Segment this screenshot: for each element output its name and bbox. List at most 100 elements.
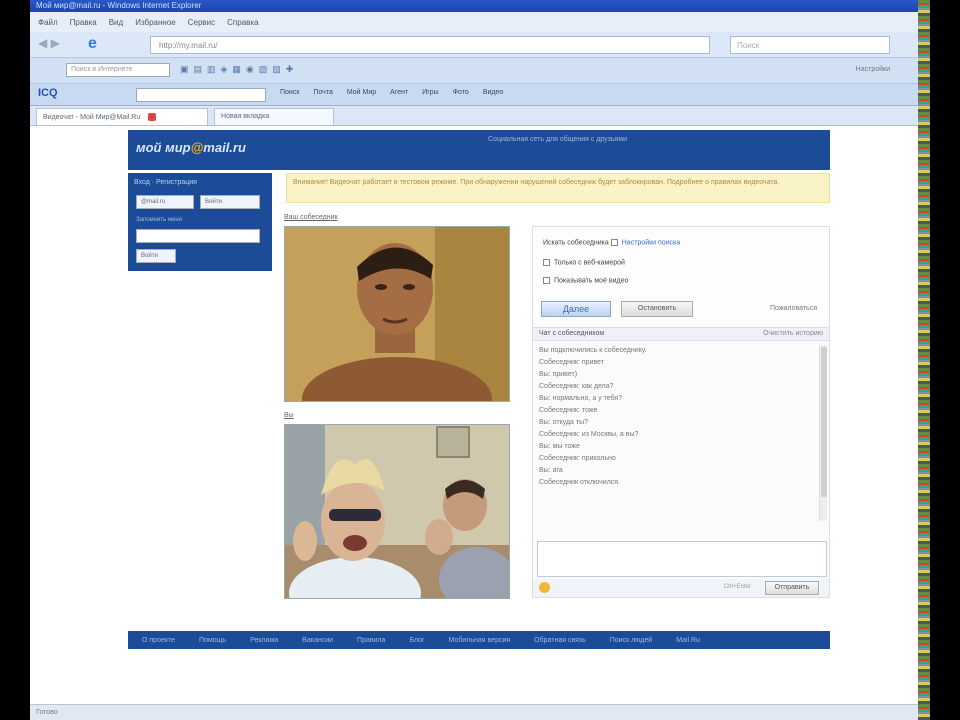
menu-view[interactable]: Вид bbox=[109, 18, 123, 27]
site-logo[interactable]: мой мир@mail.ru bbox=[136, 140, 246, 155]
chat-message: Вы: привет) bbox=[539, 371, 578, 378]
menu-help[interactable]: Справка bbox=[227, 18, 258, 27]
remember-me-link[interactable]: Запомнить меня bbox=[136, 217, 182, 223]
chat-message: Вы: нормально, а у тебя? bbox=[539, 395, 623, 402]
site-slogan: Социальная сеть для общения с друзьями bbox=[488, 136, 628, 143]
chat-header: Чат с собеседником Очистить историю bbox=[533, 327, 829, 341]
chat-message-input[interactable] bbox=[537, 541, 827, 577]
tab-label: Видеочат - Мой Мир@Mail.Ru bbox=[43, 113, 141, 121]
footer-link[interactable]: Правила bbox=[357, 637, 385, 644]
email-domain-button[interactable]: @mail.ru bbox=[136, 195, 194, 209]
webcam-only-option[interactable]: Только с веб-камерой bbox=[543, 259, 625, 266]
login-box: Вход · Регистрация @mail.ru Войти Запомн… bbox=[128, 173, 272, 271]
back-forward-icon[interactable]: ◀ ▶ bbox=[38, 36, 82, 52]
show-video-option[interactable]: Показывать моё видео bbox=[543, 277, 628, 284]
my-video bbox=[284, 424, 510, 599]
submit-login-button[interactable]: Войти bbox=[136, 249, 176, 263]
partner-video-frame bbox=[285, 227, 509, 401]
footer-link[interactable]: О проекте bbox=[142, 637, 175, 644]
footer-link[interactable]: Блог bbox=[409, 637, 424, 644]
show-video-label: Показывать моё видео bbox=[554, 277, 629, 285]
toolbar-icons[interactable]: ▣▤▥◈▦◉▧▨✚ bbox=[180, 64, 298, 75]
send-button[interactable]: Отправить bbox=[765, 581, 819, 595]
footer-link[interactable]: Мобильная версия bbox=[449, 637, 511, 644]
icq-item[interactable]: Агент bbox=[390, 89, 408, 96]
tab-label: Новая вкладка bbox=[221, 113, 270, 120]
site-header: мой мир@mail.ru Социальная сеть для обще… bbox=[128, 130, 830, 170]
chat-log: Вы подключились к собеседнику. Собеседни… bbox=[537, 345, 817, 521]
toolbar: Поиск в Интернете ▣▤▥◈▦◉▧▨✚ Настройки bbox=[30, 58, 920, 84]
footer-link[interactable]: Помощь bbox=[199, 637, 226, 644]
browser-window: Мой мир@mail.ru - Windows Internet Explo… bbox=[30, 0, 920, 720]
next-button[interactable]: Далее bbox=[541, 301, 611, 317]
checkbox-icon[interactable] bbox=[610, 239, 618, 246]
icq-search-input[interactable] bbox=[136, 88, 266, 102]
icq-item[interactable]: Поиск bbox=[280, 89, 299, 96]
ie-logo-icon: e bbox=[88, 35, 97, 52]
chat-message: Собеседник: прикольно bbox=[539, 455, 616, 462]
icq-toolbar-items: Поиск Почта Мой Мир Агент Игры Фото Виде… bbox=[280, 89, 503, 96]
footer-link[interactable]: Mail.Ru bbox=[676, 637, 700, 644]
chat-message: Вы: мы тоже bbox=[539, 443, 580, 450]
footer-link[interactable]: Вакансии bbox=[302, 637, 333, 644]
smiley-icon[interactable] bbox=[539, 582, 550, 593]
footer-link[interactable]: Реклама bbox=[250, 637, 278, 644]
login-button[interactable]: Войти bbox=[200, 195, 260, 209]
tab-new[interactable]: Новая вкладка bbox=[214, 108, 334, 125]
menu-file[interactable]: Файл bbox=[38, 18, 58, 27]
search-option[interactable]: Искать собеседника Настройки поиска bbox=[543, 239, 680, 246]
chat-scrollbar[interactable] bbox=[819, 345, 827, 521]
chat-title: Чат с собеседником bbox=[539, 330, 605, 337]
chat-footer: Ctrl+Enter Отправить bbox=[533, 579, 829, 597]
tab-videochat[interactable]: Видеочат - Мой Мир@Mail.Ru bbox=[36, 108, 208, 125]
status-bar: Готово bbox=[30, 704, 920, 720]
stop-button[interactable]: Остановить bbox=[621, 301, 693, 317]
tab-strip: Видеочат - Мой Мир@Mail.Ru Новая вкладка bbox=[30, 106, 920, 126]
scrollbar-thumb[interactable] bbox=[821, 347, 827, 497]
screen: Мой мир@mail.ru - Windows Internet Explo… bbox=[0, 0, 960, 720]
my-video-frame bbox=[285, 425, 509, 598]
address-bar: ◀ ▶ e http://my.mail.ru/ Поиск bbox=[30, 32, 920, 58]
icq-logo: ICQ bbox=[38, 87, 58, 99]
my-cam-label: Вы bbox=[284, 412, 294, 419]
menu-tools[interactable]: Сервис bbox=[188, 18, 215, 27]
webcam-only-label: Только с веб-камерой bbox=[554, 259, 625, 267]
toolbar-search-input[interactable]: Поиск в Интернете bbox=[66, 63, 170, 77]
logo-suffix: mail.ru bbox=[203, 140, 246, 155]
search-settings-link[interactable]: Настройки поиска bbox=[622, 239, 680, 246]
login-title: Вход · Регистрация bbox=[134, 179, 197, 186]
clear-history-link[interactable]: Очистить историю bbox=[763, 330, 823, 337]
partner-cam-label: Ваш собеседник bbox=[284, 214, 338, 221]
search-input[interactable]: Поиск bbox=[730, 36, 890, 54]
menu-bar: Файл Правка Вид Избранное Сервис Справка bbox=[30, 12, 920, 32]
url-input[interactable]: http://my.mail.ru/ bbox=[150, 36, 710, 54]
search-option-label: Искать собеседника bbox=[543, 239, 609, 247]
checkbox-icon[interactable] bbox=[543, 259, 550, 266]
footer-link[interactable]: Поиск людей bbox=[610, 637, 652, 644]
chat-message: Собеседник: привет bbox=[539, 359, 604, 366]
icq-item[interactable]: Фото bbox=[453, 89, 469, 96]
footer-link[interactable]: Обратная связь bbox=[534, 637, 586, 644]
icq-item[interactable]: Игры bbox=[422, 89, 439, 96]
site-footer: О проекте Помощь Реклама Вакансии Правил… bbox=[128, 631, 830, 649]
screen-edge-artifact bbox=[918, 0, 930, 720]
icq-item[interactable]: Почта bbox=[313, 89, 332, 96]
chat-message: Собеседник: как дела? bbox=[539, 383, 614, 390]
close-icon[interactable] bbox=[148, 113, 157, 121]
icq-item[interactable]: Мой Мир bbox=[347, 89, 376, 96]
chat-message: Собеседник: из Москвы, а вы? bbox=[539, 431, 639, 438]
logo-prefix: мой мир bbox=[136, 140, 191, 155]
icq-item[interactable]: Видео bbox=[483, 89, 503, 96]
menu-favorites[interactable]: Избранное bbox=[135, 18, 176, 27]
chat-message: Вы: откуда ты? bbox=[539, 419, 588, 426]
checkbox-icon[interactable] bbox=[543, 277, 550, 284]
partner-video bbox=[284, 226, 510, 402]
chat-panel: Искать собеседника Настройки поиска Толь… bbox=[532, 226, 830, 598]
chat-message: Вы подключились к собеседнику. bbox=[539, 347, 647, 354]
chat-controls: Искать собеседника Настройки поиска Толь… bbox=[533, 227, 829, 323]
menu-edit[interactable]: Правка bbox=[70, 18, 97, 27]
chat-message: Вы: ага bbox=[539, 467, 563, 474]
toolbar-settings[interactable]: Настройки bbox=[856, 66, 890, 73]
password-input[interactable] bbox=[136, 229, 260, 243]
report-link[interactable]: Пожаловаться bbox=[770, 305, 817, 312]
